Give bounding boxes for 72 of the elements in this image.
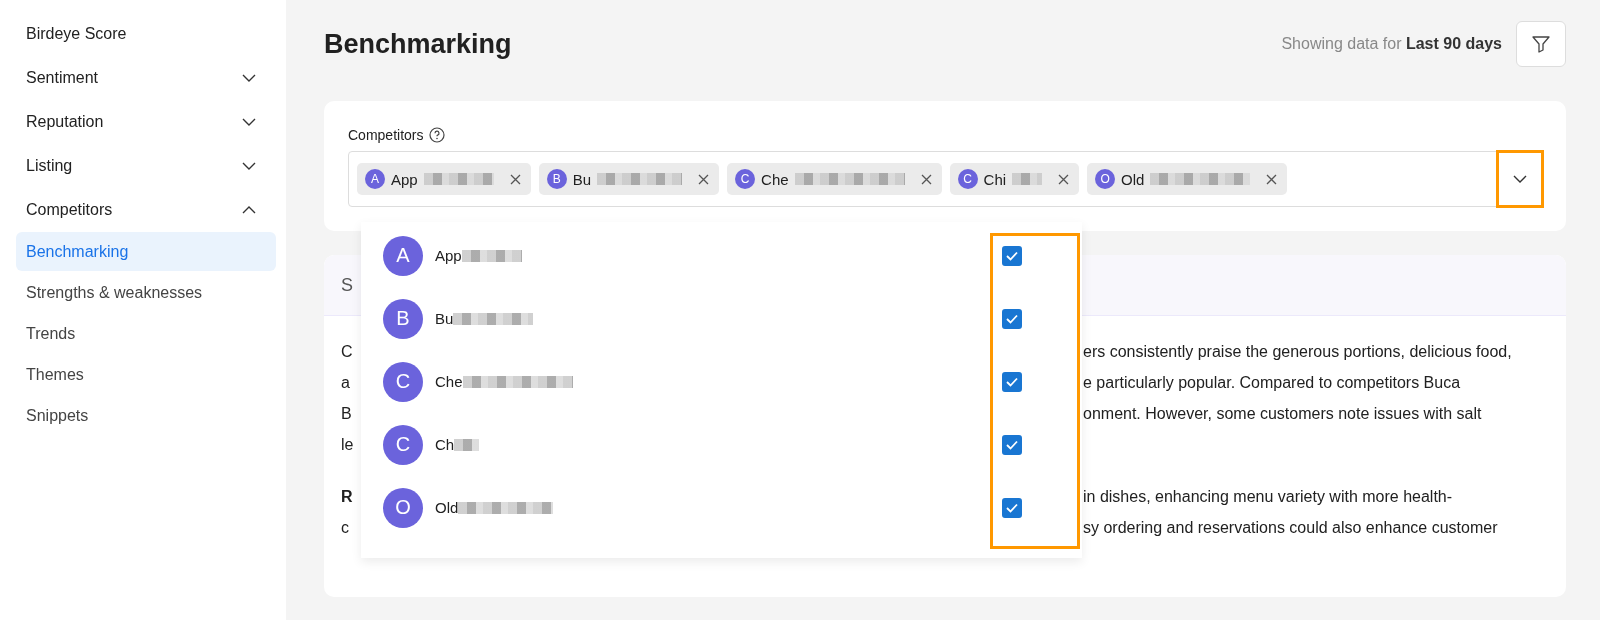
summary-text: le [341, 435, 354, 454]
field-label: Competitors [348, 127, 424, 143]
date-range-text: Showing data for Last 90 days [1281, 35, 1502, 53]
help-icon[interactable] [429, 127, 446, 143]
chip-label: Chi [983, 170, 1007, 188]
sidebar-item[interactable]: Strengths & weaknesses [16, 273, 276, 312]
sidebar-item[interactable]: Reputation [16, 100, 276, 144]
chip-label: Old [1121, 170, 1145, 188]
chevron-icon [242, 206, 256, 214]
dropdown-toggle[interactable] [1496, 150, 1544, 208]
close-icon[interactable] [698, 173, 710, 185]
checkbox[interactable] [1002, 245, 1022, 266]
sidebar-item[interactable]: Competitors [16, 188, 276, 232]
summary-text: in dishes, enhancing menu variety with more health- [1083, 487, 1453, 506]
close-icon[interactable] [1266, 173, 1278, 185]
sidebar-item[interactable]: Sentiment [16, 56, 276, 100]
option-label[interactable]: Che [435, 373, 463, 390]
summary-text: B [341, 404, 352, 423]
checkbox[interactable] [1002, 308, 1022, 329]
sidebar-item[interactable]: Birdeye Score [16, 12, 276, 56]
summary-text: c [341, 518, 349, 537]
avatar-icon: B [383, 298, 423, 339]
avatar-icon: A [365, 169, 385, 189]
chip-label: Che [761, 170, 789, 188]
avatar-icon: O [1095, 169, 1116, 189]
check-icon [1006, 439, 1018, 450]
summary-text: sy ordering and reservations could also enhance customer [1083, 518, 1498, 537]
page-title: Benchmarking [324, 28, 512, 60]
checkbox[interactable] [1002, 434, 1022, 455]
avatar-icon: C [735, 169, 756, 189]
competitor-chip[interactable]: C Che [727, 163, 942, 195]
checkbox[interactable] [1002, 497, 1022, 518]
sidebar-item[interactable]: Benchmarking [16, 232, 276, 271]
summary-text: onment. However, some customers note issues with salt [1083, 404, 1482, 423]
check-icon [1006, 376, 1018, 387]
sidebar-item[interactable]: Snippets [16, 396, 276, 435]
close-icon[interactable] [509, 173, 521, 185]
competitor-chip[interactable]: C Chi [949, 163, 1080, 195]
close-icon[interactable] [1058, 173, 1070, 185]
checkbox[interactable] [1002, 371, 1022, 392]
option-label[interactable]: Old [435, 499, 459, 516]
filter-icon [1531, 34, 1551, 54]
summary-text: C [341, 342, 353, 361]
chevron-icon [242, 162, 256, 170]
avatar-icon: O [383, 487, 423, 528]
option-label[interactable]: Ch [435, 436, 455, 453]
close-icon[interactable] [920, 173, 932, 185]
summary-text: ers consistently praise the generous portions, delicious food, [1083, 342, 1512, 361]
summary-text: a [341, 373, 350, 392]
avatar-icon: B [546, 169, 567, 189]
chevron-icon [242, 74, 256, 82]
competitor-chip[interactable]: O Old [1087, 163, 1288, 195]
filter-button[interactable] [1516, 21, 1566, 67]
avatar-icon: C [383, 361, 423, 402]
chip-label: Bu [572, 170, 592, 188]
avatar-icon: C [383, 424, 423, 465]
chevron-icon [242, 118, 256, 126]
check-icon [1006, 250, 1018, 261]
sidebar-item[interactable]: Listing [16, 144, 276, 188]
chip-label: App [391, 170, 418, 188]
check-icon [1006, 502, 1018, 513]
avatar-icon: C [957, 169, 978, 189]
sidebar-item[interactable]: Trends [16, 314, 276, 353]
competitor-select[interactable]: A App B Bu C Che C Chi O Old [348, 151, 1544, 207]
check-icon [1006, 313, 1018, 324]
summary-text: e particularly popular. Compared to competitors Buca [1083, 373, 1461, 392]
sidebar-item[interactable]: Themes [16, 355, 276, 394]
summary-text: R [341, 487, 353, 506]
avatar-icon: A [383, 235, 423, 276]
chevron-icon [1513, 175, 1527, 183]
competitor-chip[interactable]: A App [357, 163, 531, 195]
competitor-chip[interactable]: B Bu [538, 163, 720, 195]
